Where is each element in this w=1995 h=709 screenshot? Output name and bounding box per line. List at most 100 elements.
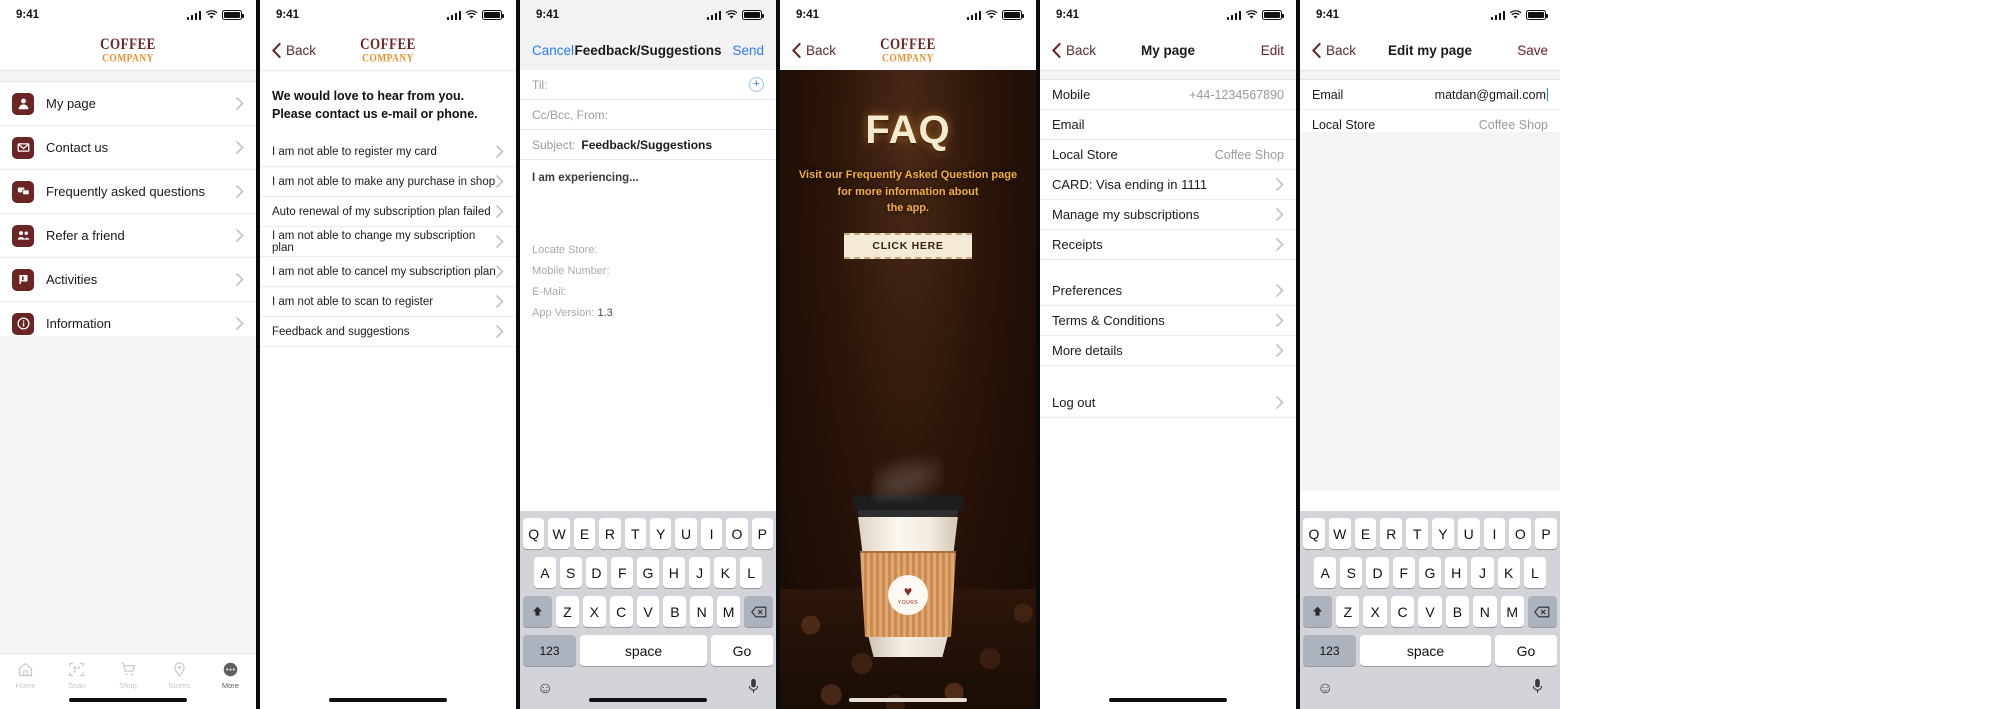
contact-item-feedback[interactable]: Feedback and suggestions	[260, 317, 516, 348]
key-x[interactable]: X	[582, 596, 606, 627]
key-numeric-toggle[interactable]: 123	[523, 635, 576, 666]
mypage-row-local-store[interactable]: Local Store Coffee Shop	[1040, 140, 1296, 170]
key-v[interactable]: V	[1418, 596, 1442, 627]
key-m[interactable]: M	[1500, 596, 1524, 627]
key-p[interactable]: P	[751, 518, 774, 549]
key-i[interactable]: I	[700, 518, 723, 549]
key-go[interactable]: Go	[711, 635, 773, 666]
key-u[interactable]: U	[1457, 518, 1480, 549]
mypage-row-email[interactable]: Email	[1040, 110, 1296, 140]
mypage-row-preferences[interactable]: Preferences	[1040, 276, 1296, 306]
key-r[interactable]: R	[599, 518, 621, 549]
tab-more[interactable]: More	[205, 661, 256, 690]
key-n[interactable]: N	[690, 596, 714, 627]
logout-button[interactable]: Log out	[1040, 388, 1296, 418]
key-a[interactable]: A	[533, 557, 556, 588]
key-x[interactable]: X	[1363, 596, 1387, 627]
key-o[interactable]: O	[726, 518, 748, 549]
mypage-row-terms[interactable]: Terms & Conditions	[1040, 306, 1296, 336]
tab-home[interactable]: Home	[0, 661, 51, 690]
key-q[interactable]: Q	[1303, 518, 1325, 549]
key-h[interactable]: H	[662, 557, 685, 588]
key-w[interactable]: W	[1328, 518, 1351, 549]
key-k[interactable]: K	[714, 557, 737, 588]
key-z[interactable]: Z	[1336, 596, 1360, 627]
menu-item-faq[interactable]: Frequently asked questions	[0, 170, 256, 214]
menu-item-my-page[interactable]: My page	[0, 82, 256, 126]
key-t[interactable]: T	[624, 518, 646, 549]
contact-item[interactable]: I am not able to register my card	[260, 137, 516, 168]
emoji-icon[interactable]: ☺	[537, 680, 553, 698]
edit-button[interactable]: Edit	[1261, 43, 1284, 58]
mail-subject-field[interactable]: Subject: Feedback/Suggestions	[520, 130, 776, 160]
key-p[interactable]: P	[1535, 518, 1557, 549]
emoji-icon[interactable]: ☺	[1317, 680, 1333, 698]
back-button[interactable]: Back	[792, 42, 836, 58]
key-w[interactable]: W	[548, 518, 570, 549]
key-f[interactable]: F	[1392, 557, 1415, 588]
key-space[interactable]: space	[580, 635, 707, 666]
cancel-button[interactable]: Cancel	[532, 43, 574, 58]
mail-to-field[interactable]: Til: +	[520, 70, 776, 100]
back-button[interactable]: Back	[272, 42, 316, 58]
key-s[interactable]: S	[559, 557, 582, 588]
key-r[interactable]: R	[1380, 518, 1403, 549]
menu-item-activities[interactable]: Activities	[0, 258, 256, 302]
key-v[interactable]: V	[636, 596, 660, 627]
key-g[interactable]: G	[637, 557, 659, 588]
key-b[interactable]: B	[663, 596, 687, 627]
key-o[interactable]: O	[1509, 518, 1532, 549]
key-l[interactable]: L	[1523, 557, 1546, 588]
contact-item[interactable]: I am not able to scan to register	[260, 287, 516, 318]
key-q[interactable]: Q	[522, 518, 545, 549]
key-space[interactable]: space	[1360, 635, 1491, 666]
key-b[interactable]: B	[1445, 596, 1470, 627]
click-here-button[interactable]: CLICK HERE	[844, 232, 972, 259]
tab-shop[interactable]: Shop	[102, 661, 153, 690]
shift-icon[interactable]	[523, 596, 552, 627]
microphone-icon[interactable]	[1532, 678, 1543, 699]
key-l[interactable]: L	[740, 557, 763, 588]
key-a[interactable]: A	[1314, 557, 1337, 588]
tab-scan[interactable]: Scan	[51, 661, 102, 690]
mypage-row-mobile[interactable]: Mobile +44-1234567890	[1040, 80, 1296, 110]
key-e[interactable]: E	[573, 518, 596, 549]
menu-item-contact-us[interactable]: Contact us	[0, 126, 256, 170]
email-field[interactable]: matdan@gmail.com	[1435, 87, 1548, 102]
shift-icon[interactable]	[1303, 596, 1333, 627]
key-y[interactable]: Y	[1432, 518, 1454, 549]
key-y[interactable]: Y	[650, 518, 672, 549]
save-button[interactable]: Save	[1517, 43, 1548, 58]
mypage-row-card[interactable]: CARD: Visa ending in 1111	[1040, 170, 1296, 200]
key-d[interactable]: D	[585, 557, 608, 588]
key-e[interactable]: E	[1354, 518, 1377, 549]
key-f[interactable]: F	[611, 557, 634, 588]
menu-item-refer-a-friend[interactable]: Refer a friend	[0, 214, 256, 258]
tab-stores[interactable]: Stores	[154, 661, 205, 690]
contact-item[interactable]: Auto renewal of my subscription plan fai…	[260, 197, 516, 228]
key-z[interactable]: Z	[556, 596, 579, 627]
plus-circle-icon[interactable]: +	[749, 77, 764, 92]
contact-item[interactable]: I am not able to cancel my subscription …	[260, 257, 516, 288]
key-c[interactable]: C	[609, 596, 633, 627]
contact-item[interactable]: I am not able to make any purchase in sh…	[260, 167, 516, 198]
contact-item[interactable]: I am not able to change my subscription …	[260, 227, 516, 258]
key-j[interactable]: J	[688, 557, 711, 588]
key-j[interactable]: J	[1471, 557, 1494, 588]
mypage-row-more-details[interactable]: More details	[1040, 336, 1296, 366]
key-m[interactable]: M	[717, 596, 741, 627]
key-c[interactable]: C	[1390, 596, 1415, 627]
key-t[interactable]: T	[1406, 518, 1428, 549]
back-button[interactable]: Back	[1312, 42, 1356, 58]
key-k[interactable]: K	[1497, 557, 1520, 588]
key-d[interactable]: D	[1366, 557, 1389, 588]
back-button[interactable]: Back	[1052, 42, 1096, 58]
key-go[interactable]: Go	[1495, 635, 1557, 666]
key-numeric-toggle[interactable]: 123	[1303, 635, 1356, 666]
mypage-row-subscriptions[interactable]: Manage my subscriptions	[1040, 200, 1296, 230]
key-h[interactable]: H	[1445, 557, 1468, 588]
backspace-icon[interactable]	[744, 596, 774, 627]
microphone-icon[interactable]	[748, 678, 759, 699]
key-i[interactable]: I	[1483, 518, 1506, 549]
key-g[interactable]: G	[1418, 557, 1442, 588]
